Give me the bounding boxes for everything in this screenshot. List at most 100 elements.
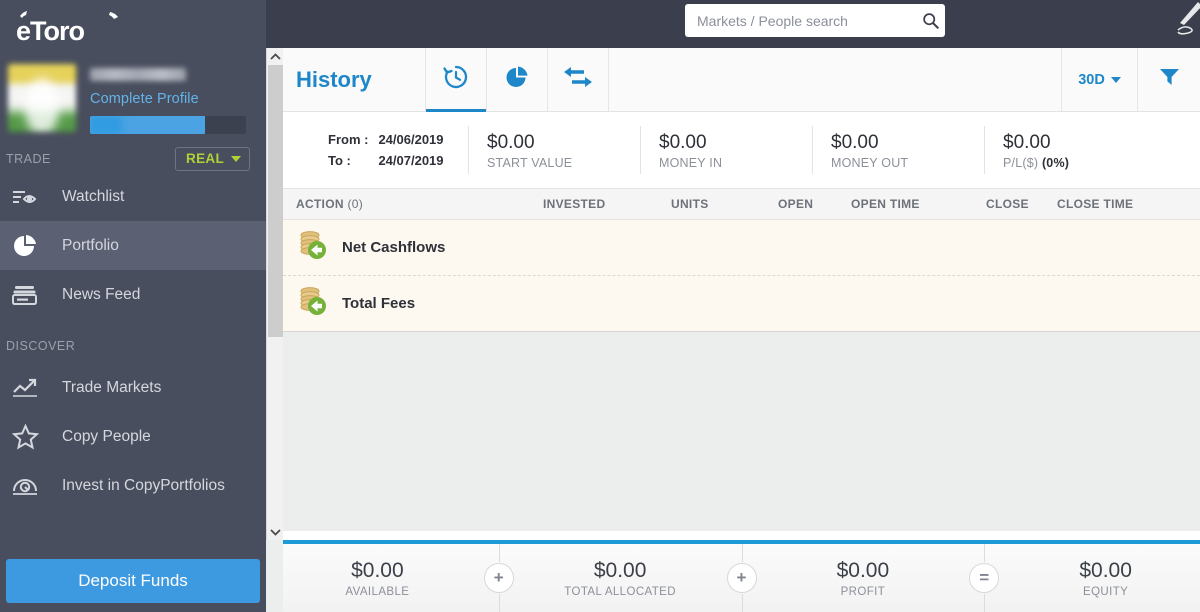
sidebar-item-label: Portfolio (62, 236, 119, 254)
stat-money-out: $0.00 MONEY OUT (812, 126, 984, 174)
operator-separator: + (715, 544, 769, 612)
summary-value: $0.00 (351, 559, 404, 582)
stat-label: MONEY OUT (831, 155, 909, 170)
trade-section-label: TRADE (6, 152, 51, 166)
sidebar-item-portfolio[interactable]: Portfolio (0, 221, 266, 270)
plus-icon: + (726, 563, 757, 593)
sidebar-item-news-feed[interactable]: News Feed (0, 270, 266, 319)
copyportfolio-icon (12, 475, 52, 497)
column-header-action[interactable]: ACTION (0) (296, 197, 363, 211)
chevron-down-icon (1110, 76, 1121, 83)
history-clock-icon (441, 62, 471, 97)
row-label: Net Cashflows (342, 239, 446, 256)
column-header-close-time[interactable]: CLOSE TIME (1057, 197, 1133, 211)
date-to-label: To : (328, 153, 351, 168)
column-header-open-time[interactable]: OPEN TIME (851, 197, 920, 211)
avatar[interactable] (8, 64, 76, 132)
table-row[interactable]: Total Fees (283, 276, 1200, 332)
equals-icon: = (969, 563, 1000, 593)
sidebar-item-label: Copy People (62, 427, 151, 445)
main-content-panel: History 30D From: 24/06/2019 To: 24/07… (283, 48, 1200, 612)
stat-start-value: $0.00 START VALUE (468, 126, 640, 174)
column-header-invested[interactable]: INVESTED (543, 197, 605, 211)
summary-label: AVAILABLE (345, 586, 410, 598)
stat-label: START VALUE (487, 155, 573, 170)
deposit-funds-container: Deposit Funds (0, 550, 266, 612)
time-range-selector[interactable]: 30D (1062, 48, 1138, 111)
sidebar-item-invest-copyportfolios[interactable]: Invest in CopyPortfolios (0, 461, 266, 510)
search-input[interactable] (685, 4, 915, 37)
star-icon (12, 423, 52, 450)
chevron-down-icon (231, 155, 241, 162)
profile-progress-fill (90, 116, 206, 134)
exchange-arrows-icon (562, 64, 594, 95)
tab-history[interactable] (426, 48, 487, 112)
summary-available: $0.00 AVAILABLE (283, 558, 472, 598)
summary-label: PROFIT (840, 586, 886, 598)
date-from-label: From : (328, 132, 369, 147)
operator-separator: = (957, 544, 1011, 612)
trade-section-header: TRADE REAL (0, 146, 266, 172)
summary-equity: $0.00 EQUITY (1011, 558, 1200, 598)
panel-header: History 30D (283, 48, 1200, 112)
profile-block[interactable]: Complete Profile (0, 48, 266, 134)
column-header-close[interactable]: CLOSE (986, 197, 1029, 211)
column-header-open[interactable]: OPEN (778, 197, 813, 211)
coins-in-icon (296, 228, 330, 267)
search-icon[interactable] (915, 12, 945, 29)
summary-label: EQUITY (1083, 586, 1129, 598)
summary-stats-row: From : 24/06/2019 To : 24/07/2019 $0.00 … (283, 112, 1200, 189)
svg-text:eToro: eToro (16, 16, 85, 44)
stat-value: $0.00 (1003, 131, 1051, 153)
complete-profile-link[interactable]: Complete Profile (90, 91, 246, 107)
watchlist-eye-icon (12, 187, 52, 207)
account-mode-selector[interactable]: REAL (175, 147, 250, 171)
stat-label-percent: (0%) (1041, 155, 1070, 170)
etoro-logo[interactable]: eToro (0, 0, 266, 48)
date-to-value: 24/07/2019 (378, 153, 444, 168)
stat-profit-loss: $0.00 P/L($) (0%) (984, 126, 1200, 174)
summary-profit: $0.00 PROFIT (769, 558, 958, 598)
scroll-down-arrow-icon[interactable] (267, 523, 284, 540)
pen-icon[interactable] (1156, 0, 1200, 44)
column-label: ACTION (296, 197, 344, 211)
plus-icon: + (483, 563, 514, 593)
summary-value: $0.00 (1079, 559, 1132, 582)
sidebar-item-label: Trade Markets (62, 378, 162, 396)
operator-separator: + (472, 544, 526, 612)
summary-value: $0.00 (836, 559, 890, 582)
column-header-units[interactable]: UNITS (671, 197, 709, 211)
tab-transactions[interactable] (548, 48, 609, 111)
row-label: Total Fees (342, 295, 416, 312)
summary-label: TOTAL ALLOCATED (564, 586, 676, 598)
profile-progress-bar (90, 116, 246, 134)
stat-value: $0.00 (831, 131, 879, 153)
sidebar: eToro Complete Profile TRADE REAL Watchl… (0, 0, 266, 612)
table-body: Net Cashflows Total Fees (283, 220, 1200, 332)
pie-chart-icon (12, 233, 52, 259)
sidebar-item-copy-people[interactable]: Copy People (0, 412, 266, 461)
stat-label: MONEY IN (659, 155, 723, 170)
deposit-funds-button[interactable]: Deposit Funds (6, 559, 260, 603)
page-title: History (283, 48, 426, 111)
discover-section-label: DISCOVER (6, 339, 76, 353)
coins-in-icon (296, 284, 330, 323)
table-row[interactable]: Net Cashflows (283, 220, 1200, 276)
scrollbar-thumb[interactable] (268, 65, 283, 337)
pie-chart-icon (503, 63, 531, 96)
filter-button[interactable] (1138, 48, 1200, 111)
stat-value: $0.00 (659, 131, 707, 153)
funnel-icon (1159, 67, 1180, 92)
sidebar-scrollbar[interactable] (266, 48, 283, 540)
search-bar[interactable] (685, 4, 945, 37)
tab-portfolio[interactable] (487, 48, 548, 111)
sidebar-item-trade-markets[interactable]: Trade Markets (0, 363, 266, 412)
news-feed-icon (12, 283, 52, 306)
etoro-app: eToro Complete Profile TRADE REAL (0, 0, 1200, 612)
scroll-up-arrow-icon[interactable] (267, 48, 283, 65)
date-from-value: 24/06/2019 (378, 132, 444, 147)
summary-total-allocated: $0.00 TOTAL ALLOCATED (526, 558, 715, 598)
sidebar-item-watchlist[interactable]: Watchlist (0, 172, 266, 221)
table-header-row: ACTION (0) INVESTED UNITS OPEN OPEN TIME… (283, 189, 1200, 220)
username (90, 68, 186, 81)
